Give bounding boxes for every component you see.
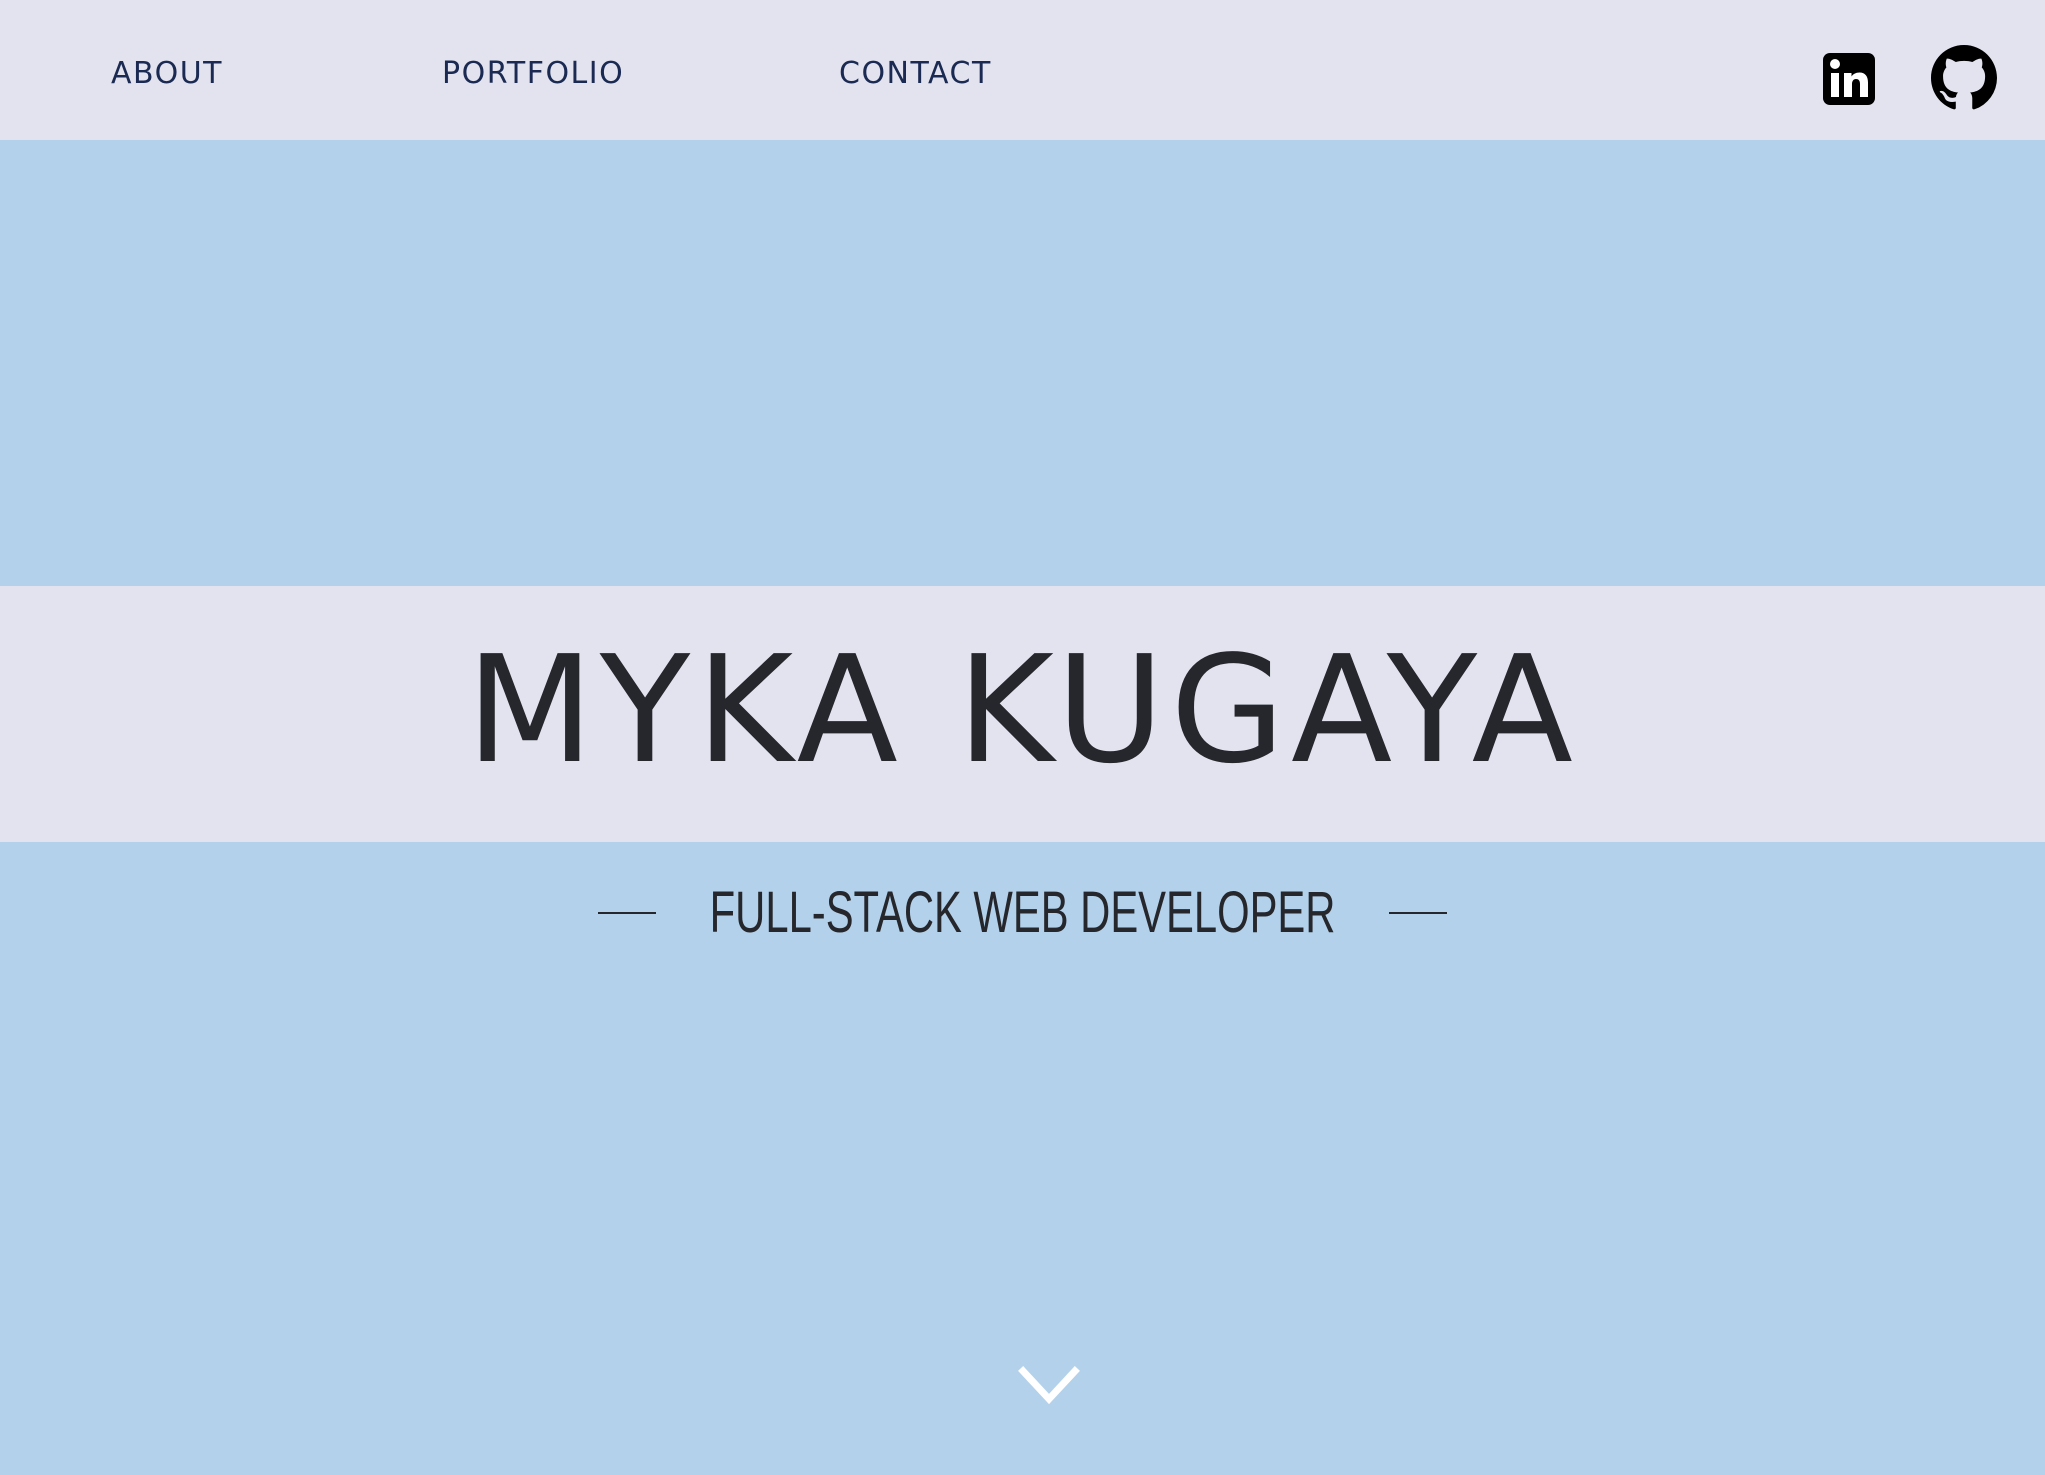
hero-subtitle: FULL-STACK WEB DEVELOPER — [709, 880, 1336, 945]
nav-link-about[interactable]: ABOUT — [111, 54, 223, 94]
subtitle-dash-left — [597, 912, 656, 914]
github-link[interactable] — [1931, 45, 1997, 111]
subtitle-dash-right — [1389, 912, 1448, 914]
nav-link-portfolio[interactable]: PORTFOLIO — [442, 54, 624, 94]
nav-link-contact[interactable]: CONTACT — [839, 54, 992, 94]
chevron-down-icon — [1018, 1366, 1080, 1405]
linkedin-link[interactable] — [1823, 53, 1875, 105]
linkedin-icon — [1823, 53, 1875, 105]
github-icon — [1931, 45, 1997, 110]
scroll-down-button[interactable] — [1017, 1365, 1081, 1409]
navbar: ABOUT PORTFOLIO CONTACT — [0, 0, 2045, 140]
subtitle-row: FULL-STACK WEB DEVELOPER — [0, 878, 2045, 948]
hero-name: MYKA KUGAYA — [466, 624, 1579, 796]
page: ABOUT PORTFOLIO CONTACT MYKA KUGAYA FULL… — [0, 0, 2045, 1475]
